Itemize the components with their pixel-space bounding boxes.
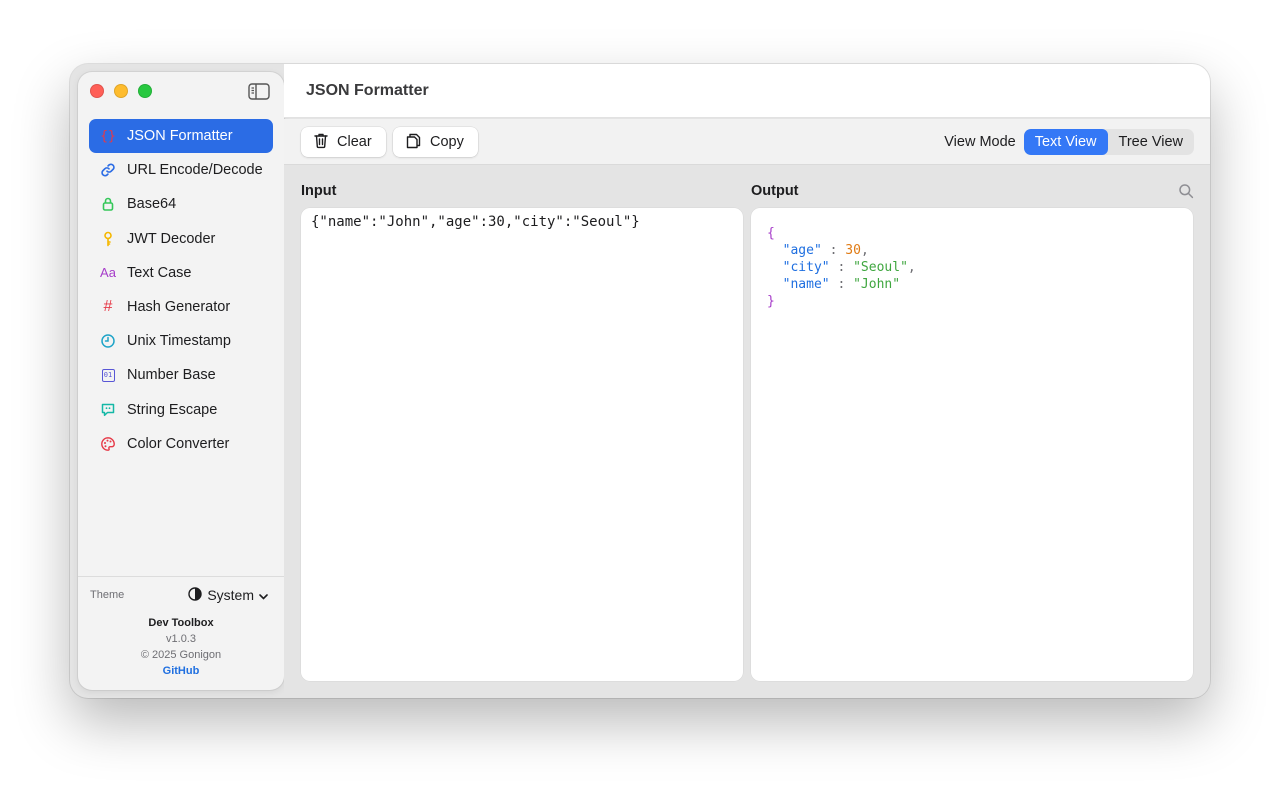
sidebar-item-text-case[interactable]: Aa Text Case [89, 256, 273, 290]
sidebar-item-url-encode-decode[interactable]: URL Encode/Decode [89, 153, 273, 187]
binary-icon: 01 [99, 366, 117, 384]
sidebar-item-label: JSON Formatter [127, 128, 233, 144]
sidebar-item-label: Unix Timestamp [127, 333, 231, 350]
json-token-str: "John" [853, 277, 901, 292]
sidebar-item-hash-generator[interactable]: # Hash Generator [89, 290, 273, 324]
tool-list: {} JSON Formatter URL Encode/Decode Base… [89, 119, 273, 461]
text-view-option[interactable]: Text View [1023, 129, 1108, 155]
sidebar-toggle-icon[interactable] [248, 83, 270, 100]
json-token-punct: , [907, 260, 916, 275]
json-token-str: "Seoul" [853, 260, 908, 275]
sidebar-item-label: String Escape [127, 401, 218, 418]
window-controls [90, 84, 152, 98]
json-token-punct [767, 243, 783, 258]
input-label: Input [301, 183, 337, 199]
page-title: JSON Formatter [306, 82, 429, 99]
app-window: {} JSON Formatter URL Encode/Decode Base… [70, 64, 1210, 698]
json-token-punct [767, 260, 783, 275]
sidebar: {} JSON Formatter URL Encode/Decode Base… [78, 72, 284, 690]
output-label: Output [751, 183, 799, 199]
sidebar-item-base64[interactable]: Base64 [89, 187, 273, 221]
close-window-button[interactable] [90, 84, 104, 98]
zoom-window-button[interactable] [138, 84, 152, 98]
quote-bubble-icon [99, 401, 117, 419]
about-info: Dev Toolbox v1.0.3 © 2025 Gonigon GitHub [78, 615, 284, 679]
view-mode-control: View Mode Text View Tree View [944, 128, 1194, 156]
copyright-text: © 2025 Gonigon [140, 649, 222, 661]
json-input[interactable]: {"name":"John","age":30,"city":"Seoul"} [301, 208, 743, 681]
output-line: "age" : 30, [767, 242, 1177, 259]
github-link[interactable]: GitHub [78, 663, 284, 679]
toolbar: Clear Copy View Mode Text View Tree View [284, 119, 1210, 165]
clock-icon [99, 332, 117, 350]
json-token-punct [767, 277, 783, 292]
minimize-window-button[interactable] [114, 84, 128, 98]
json-token-brace: { [767, 226, 775, 241]
search-icon[interactable] [1178, 183, 1194, 199]
sidebar-item-label: Hash Generator [127, 298, 231, 315]
theme-row: Theme System [90, 585, 268, 605]
theme-label: Theme [90, 589, 125, 601]
title-bar: JSON Formatter [284, 64, 1210, 118]
copy-button[interactable]: Copy [393, 127, 478, 157]
theme-select[interactable]: System [188, 586, 268, 604]
output-line: "name" : "John" [767, 276, 1177, 293]
palette-icon [99, 435, 117, 453]
chevron-down-icon [259, 587, 268, 603]
output-line: } [767, 293, 1177, 310]
sidebar-item-label: Text Case [127, 264, 192, 281]
clear-button[interactable]: Clear [301, 127, 386, 157]
trash-icon [313, 132, 329, 153]
json-output[interactable]: { "age" : 30, "city" : "Seoul", "name" :… [751, 208, 1193, 681]
lock-icon [99, 195, 117, 213]
copy-button-label: Copy [430, 134, 464, 150]
json-token-key: "age" [782, 243, 822, 258]
clear-button-label: Clear [337, 134, 372, 150]
link-icon [99, 161, 117, 179]
main-area: JSON Formatter Clear Copy View Mode Text… [284, 64, 1210, 698]
json-token-num: 30 [845, 243, 861, 258]
output-line: { [767, 225, 1177, 242]
sidebar-item-label: JWT Decoder [127, 230, 216, 247]
hash-icon: # [103, 297, 113, 315]
json-token-key: "city" [782, 260, 830, 275]
sidebar-item-number-base[interactable]: 01 Number Base [89, 358, 273, 392]
sidebar-item-label: Color Converter [127, 435, 230, 452]
json-token-punct: : [821, 243, 846, 258]
json-token-punct: : [829, 260, 854, 275]
sidebar-item-jwt-decoder[interactable]: JWT Decoder [89, 222, 273, 256]
sidebar-footer: Theme System Dev Toolbox v1.0.3 © 2025 G… [78, 576, 284, 690]
sidebar-item-color-converter[interactable]: Color Converter [89, 427, 273, 461]
sidebar-item-label: URL Encode/Decode [127, 162, 263, 179]
sidebar-item-unix-timestamp[interactable]: Unix Timestamp [89, 324, 273, 358]
braces-icon: {} [100, 128, 116, 144]
output-line: "city" : "Seoul", [767, 259, 1177, 276]
sidebar-item-label: Number Base [127, 367, 216, 384]
text-case-icon: Aa [100, 265, 116, 281]
copy-icon [405, 132, 422, 153]
sidebar-item-string-escape[interactable]: String Escape [89, 393, 273, 427]
sidebar-item-label: Base64 [127, 196, 177, 213]
json-token-punct: : [829, 277, 854, 292]
sidebar-item-json-formatter[interactable]: {} JSON Formatter [89, 119, 273, 153]
tree-view-option[interactable]: Tree View [1108, 129, 1194, 155]
editor-area: Input Output {"name":"John","age":30,"ci… [284, 165, 1210, 698]
json-token-brace: } [767, 294, 775, 309]
contrast-icon [188, 586, 203, 604]
view-mode-segmented: Text View Tree View [1023, 129, 1194, 155]
theme-value: System [207, 587, 254, 603]
app-version: v1.0.3 [166, 633, 196, 645]
json-token-key: "name" [782, 277, 830, 292]
view-mode-label: View Mode [944, 134, 1016, 150]
key-icon [99, 230, 117, 248]
app-name: Dev Toolbox [148, 617, 214, 629]
json-token-punct: , [860, 243, 869, 258]
